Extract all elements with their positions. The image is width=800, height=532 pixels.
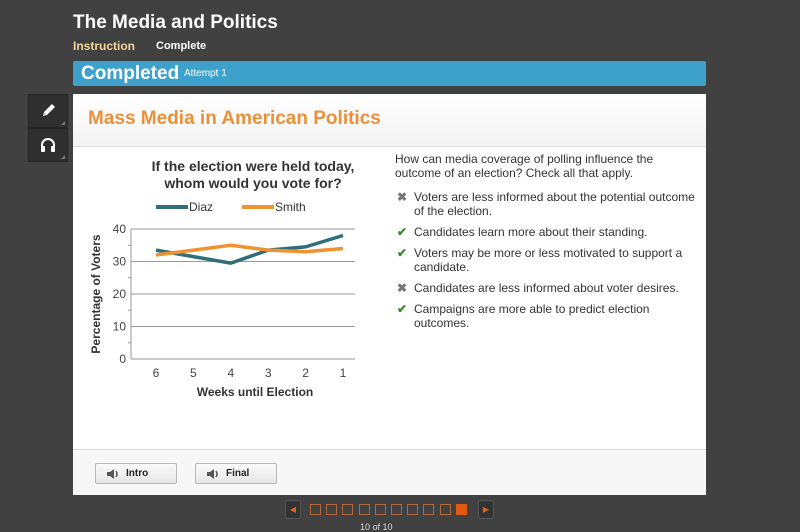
page-dot-6[interactable] (391, 504, 402, 515)
y-tick-label: 40 (113, 224, 127, 236)
status-bar: Completed Attempt 1 (73, 61, 706, 86)
answer-option[interactable]: ✔ Candidates learn more about their stand… (395, 225, 695, 239)
content-panel: Mass Media in American Politics If the e… (73, 94, 706, 494)
x-mark-icon: ✖ (397, 281, 407, 295)
legend-item-diaz: Diaz (156, 200, 213, 214)
intro-label: Intro (126, 468, 148, 479)
panel-header: Mass Media in American Politics (73, 94, 706, 147)
headphones-icon (39, 136, 57, 154)
answer-option[interactable]: ✖ Candidates are less informed about vote… (395, 281, 695, 295)
page-counter: 10 of 10 (360, 522, 393, 532)
answer-option[interactable]: ✖ Voters are less informed about the pote… (395, 190, 695, 218)
pencil-icon (39, 102, 57, 120)
final-audio-button[interactable]: Final (195, 463, 277, 484)
answer-text: Candidates learn more about their standi… (414, 225, 647, 239)
page-dot-5[interactable] (375, 504, 386, 515)
check-icon: ✔ (397, 302, 407, 316)
check-icon: ✔ (397, 225, 407, 239)
legend-label-smith: Smith (275, 200, 306, 214)
tab-complete[interactable]: Complete (156, 40, 206, 52)
headphones-tool-button[interactable] (28, 128, 68, 162)
page-dot-4[interactable] (359, 504, 370, 515)
status-label: Completed (81, 63, 179, 85)
app-title: The Media and Politics (73, 12, 278, 34)
chart-title: If the election were held today, whom wo… (133, 158, 373, 192)
page-dot-9[interactable] (440, 504, 451, 515)
page-dot-8[interactable] (423, 504, 434, 515)
panel-footer: Intro Final (73, 449, 706, 495)
legend-swatch-diaz (156, 205, 188, 209)
question-prompt: How can media coverage of polling influe… (395, 152, 695, 180)
page-dot-7[interactable] (407, 504, 418, 515)
check-icon: ✔ (397, 246, 407, 260)
final-label: Final (226, 468, 249, 479)
speaker-icon (106, 468, 120, 480)
legend-swatch-smith (242, 205, 274, 209)
y-tick-label: 30 (113, 255, 127, 269)
x-axis-label: Weeks until Election (197, 385, 313, 399)
x-tick-label: 5 (190, 366, 197, 380)
x-tick-label: 6 (153, 366, 160, 380)
answer-text: Voters may be more or less motivated to … (414, 246, 682, 274)
next-page-button[interactable]: ▶ (478, 500, 494, 519)
expand-corner-icon (61, 121, 65, 125)
tab-instruction[interactable]: Instruction (73, 39, 135, 53)
previous-page-button[interactable]: ◀ (285, 500, 301, 519)
x-tick-label: 2 (302, 366, 309, 380)
answer-option[interactable]: ✔ Voters may be more or less motivated to… (395, 246, 695, 274)
attempt-label: Attempt 1 (184, 68, 227, 79)
x-tick-label: 4 (227, 366, 234, 380)
legend-label-diaz: Diaz (189, 200, 213, 214)
intro-audio-button[interactable]: Intro (95, 463, 177, 484)
previous-arrow-icon: ◀ (290, 505, 296, 514)
chart-title-line-2: whom would you vote for? (133, 175, 373, 192)
expand-corner-icon (61, 155, 65, 159)
next-arrow-icon: ▶ (483, 505, 489, 514)
x-mark-icon: ✖ (397, 190, 407, 204)
answer-list: ✖ Voters are less informed about the pote… (395, 190, 695, 337)
page-dot-2[interactable] (326, 504, 337, 515)
chart-title-line-1: If the election were held today, (133, 158, 373, 175)
y-tick-label: 0 (119, 352, 126, 366)
answer-text: Candidates are less informed about voter… (414, 281, 679, 295)
page-dot-1[interactable] (310, 504, 321, 515)
answer-option[interactable]: ✔ Campaigns are more able to predict elec… (395, 302, 695, 330)
x-tick-label: 3 (265, 366, 272, 380)
y-axis-label: Percentage of Voters (89, 234, 103, 353)
x-tick-label: 1 (340, 366, 347, 380)
y-tick-label: 10 (113, 320, 127, 334)
page-dot-3[interactable] (342, 504, 353, 515)
answer-text: Campaigns are more able to predict elect… (414, 302, 649, 330)
pencil-tool-button[interactable] (28, 94, 68, 128)
panel-title: Mass Media in American Politics (88, 108, 381, 130)
y-tick-label: 20 (113, 287, 127, 301)
answer-text: Voters are less informed about the poten… (414, 190, 695, 218)
page-dot-10[interactable] (456, 504, 467, 515)
legend-item-smith: Smith (242, 200, 306, 214)
speaker-icon (206, 468, 220, 480)
line-chart: 0 10 20 30 40 6 5 4 3 2 1 Weeks until Election Perce… (73, 224, 383, 404)
